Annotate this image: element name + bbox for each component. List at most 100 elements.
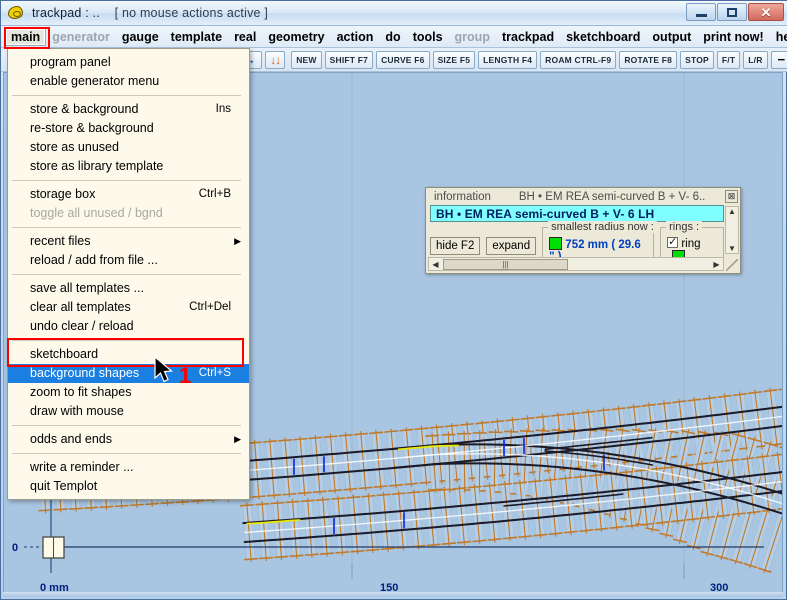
annotation-step-number: 1	[179, 363, 192, 388]
menu-item-store-as-library-template[interactable]: store as library template	[8, 157, 249, 176]
y-axis-zero-label: 0	[12, 542, 18, 554]
menu-gauge[interactable]: gauge	[116, 28, 165, 46]
resize-grip[interactable]	[726, 259, 738, 271]
rotate-button[interactable]: ROTATE F8	[619, 50, 678, 69]
menu-item-odds-and-ends[interactable]: odds and ends ▶	[8, 430, 249, 449]
menu-item-shortcut: Ctrl+S	[198, 367, 231, 379]
menu-separator	[12, 425, 241, 426]
shift-button[interactable]: SHIFT F7	[324, 50, 374, 69]
size-button[interactable]: SIZE F5	[432, 50, 476, 69]
rings-label: rings :	[666, 221, 703, 233]
zoom-out-button[interactable]: −	[770, 50, 787, 69]
menu-template[interactable]: template	[165, 28, 228, 46]
close-icon: ✕	[760, 4, 772, 20]
menu-real[interactable]: real	[228, 28, 262, 46]
menu-do[interactable]: do	[379, 28, 406, 46]
ring-checkbox-label: ring	[681, 238, 701, 250]
menu-item-label: odds and ends	[30, 432, 113, 446]
menu-separator	[12, 274, 241, 275]
menu-item-shortcut: Ctrl+B	[198, 188, 231, 200]
menu-item-store-as-unused[interactable]: store as unused	[8, 138, 249, 157]
menu-item-sketchboard[interactable]: sketchboard	[8, 345, 249, 364]
information-horizontal-scrollbar[interactable]: ◀ ||| ▶	[428, 257, 724, 271]
smallest-radius-label: smallest radius now :	[548, 221, 657, 233]
menu-item-label: write a reminder ...	[30, 460, 134, 474]
main-dropdown-menu[interactable]: program panel enable generator menu store …	[7, 48, 250, 500]
menu-item-background-shapes[interactable]: background shapes Ctrl+S	[8, 364, 249, 383]
stop-button[interactable]: STOP	[680, 50, 714, 69]
ft-button[interactable]: F/T	[716, 50, 741, 69]
information-close-icon[interactable]: ⊠	[725, 190, 738, 203]
curve-button[interactable]: CURVE F6	[376, 50, 430, 69]
menu-main[interactable]: main	[5, 27, 47, 46]
menu-sketchboard[interactable]: sketchboard	[560, 28, 646, 46]
maximize-button[interactable]	[717, 3, 747, 21]
menu-item-toggle-all-unused-bgnd: toggle all unused / bgnd	[8, 204, 249, 223]
menu-item-label: re-store & background	[30, 121, 154, 135]
minimize-button[interactable]	[686, 3, 716, 21]
menu-item-recent-files[interactable]: recent files ▶	[8, 232, 249, 251]
length-button[interactable]: LENGTH F4	[478, 50, 538, 69]
information-panel[interactable]: information BH • EM REA semi-curved B + …	[425, 187, 741, 274]
roam-button[interactable]: ROAM CTRL-F9	[540, 50, 617, 69]
scroll-left-arrow-icon[interactable]: ◀	[429, 260, 442, 269]
menu-item-draw-with-mouse[interactable]: draw with mouse	[8, 402, 249, 421]
menu-item-program-panel[interactable]: program panel	[8, 53, 249, 72]
menu-help[interactable]: help	[770, 28, 787, 46]
menu-action[interactable]: action	[331, 28, 380, 46]
window-bottom-strip	[3, 592, 783, 597]
menu-item-label: clear all templates	[30, 300, 131, 314]
menu-item-enable-generator-menu[interactable]: enable generator menu	[8, 72, 249, 91]
menu-item-zoom-to-fit-shapes[interactable]: zoom to fit shapes	[8, 383, 249, 402]
new-button[interactable]: NEW	[291, 50, 322, 69]
menu-item-shortcut: Ctrl+Del	[189, 301, 231, 313]
menu-geometry[interactable]: geometry	[262, 28, 330, 46]
information-heading: BH • EM REA semi-curved B + V- 6 LH	[430, 205, 724, 222]
menu-item-label: reload / add from file ...	[30, 253, 158, 267]
menu-item-quit-templot[interactable]: quit Templot	[8, 477, 249, 496]
expand-button[interactable]: expand	[486, 237, 537, 255]
menu-output[interactable]: output	[646, 28, 697, 46]
double-down-arrow-icon[interactable]: ↓↓	[265, 50, 286, 69]
window-title: trackpad : .. [ no mouse actions active …	[32, 6, 268, 20]
submenu-chevron-right-icon: ▶	[234, 434, 241, 444]
menu-item-re-store-background[interactable]: re-store & background	[8, 119, 249, 138]
submenu-chevron-right-icon: ▶	[234, 236, 241, 246]
menu-separator	[12, 453, 241, 454]
menu-item-save-all-templates[interactable]: save all templates ...	[8, 279, 249, 298]
menu-item-label: storage box	[30, 187, 96, 201]
menu-item-reload-add-from-file[interactable]: reload / add from file ...	[8, 251, 249, 270]
menu-item-clear-all-templates[interactable]: clear all templates Ctrl+Del	[8, 298, 249, 317]
scrollbar-thumb[interactable]: |||	[443, 258, 568, 270]
hide-f2-button[interactable]: hide F2	[430, 237, 481, 255]
menu-item-storage-box[interactable]: storage box Ctrl+B	[8, 185, 249, 204]
menu-item-label: store as library template	[30, 159, 164, 173]
menu-group: group	[454, 29, 490, 44]
menu-separator	[12, 95, 241, 96]
menu-separator	[12, 340, 241, 341]
lr-button[interactable]: L/R	[743, 50, 768, 69]
radius-color-swatch[interactable]	[549, 237, 563, 250]
menu-tools[interactable]: tools	[407, 28, 449, 46]
ring-checkbox[interactable]	[667, 235, 679, 248]
menu-print-now-[interactable]: print now!	[697, 28, 769, 46]
scroll-up-arrow-icon[interactable]: ▲	[728, 207, 736, 216]
menu-item-undo-clear-reload[interactable]: undo clear / reload	[8, 317, 249, 336]
mouse-cursor-icon	[154, 356, 174, 383]
menu-item-label: sketchboard	[30, 347, 99, 361]
information-panel-titlebar: information BH • EM REA semi-curved B + …	[426, 188, 740, 205]
scroll-down-arrow-icon[interactable]: ▼	[728, 244, 736, 253]
menu-trackpad[interactable]: trackpad	[496, 28, 560, 46]
menu-item-store-background[interactable]: store & background Ins	[8, 100, 249, 119]
menu-item-label: recent files	[30, 234, 91, 248]
title-bar: trackpad : .. [ no mouse actions active …	[1, 1, 787, 26]
menu-separator	[12, 227, 241, 228]
information-vertical-scrollbar[interactable]: ▲ ▼	[725, 206, 739, 254]
menu-item-shortcut: Ins	[215, 103, 231, 115]
menu-item-write-a-reminder[interactable]: write a reminder ...	[8, 458, 249, 477]
menu-item-label: draw with mouse	[30, 404, 124, 418]
close-button[interactable]: ✕	[748, 3, 784, 21]
window-title-app: trackpad : ..	[32, 6, 100, 20]
menu-item-label: background shapes	[30, 366, 140, 380]
scroll-right-arrow-icon[interactable]: ▶	[710, 260, 723, 269]
